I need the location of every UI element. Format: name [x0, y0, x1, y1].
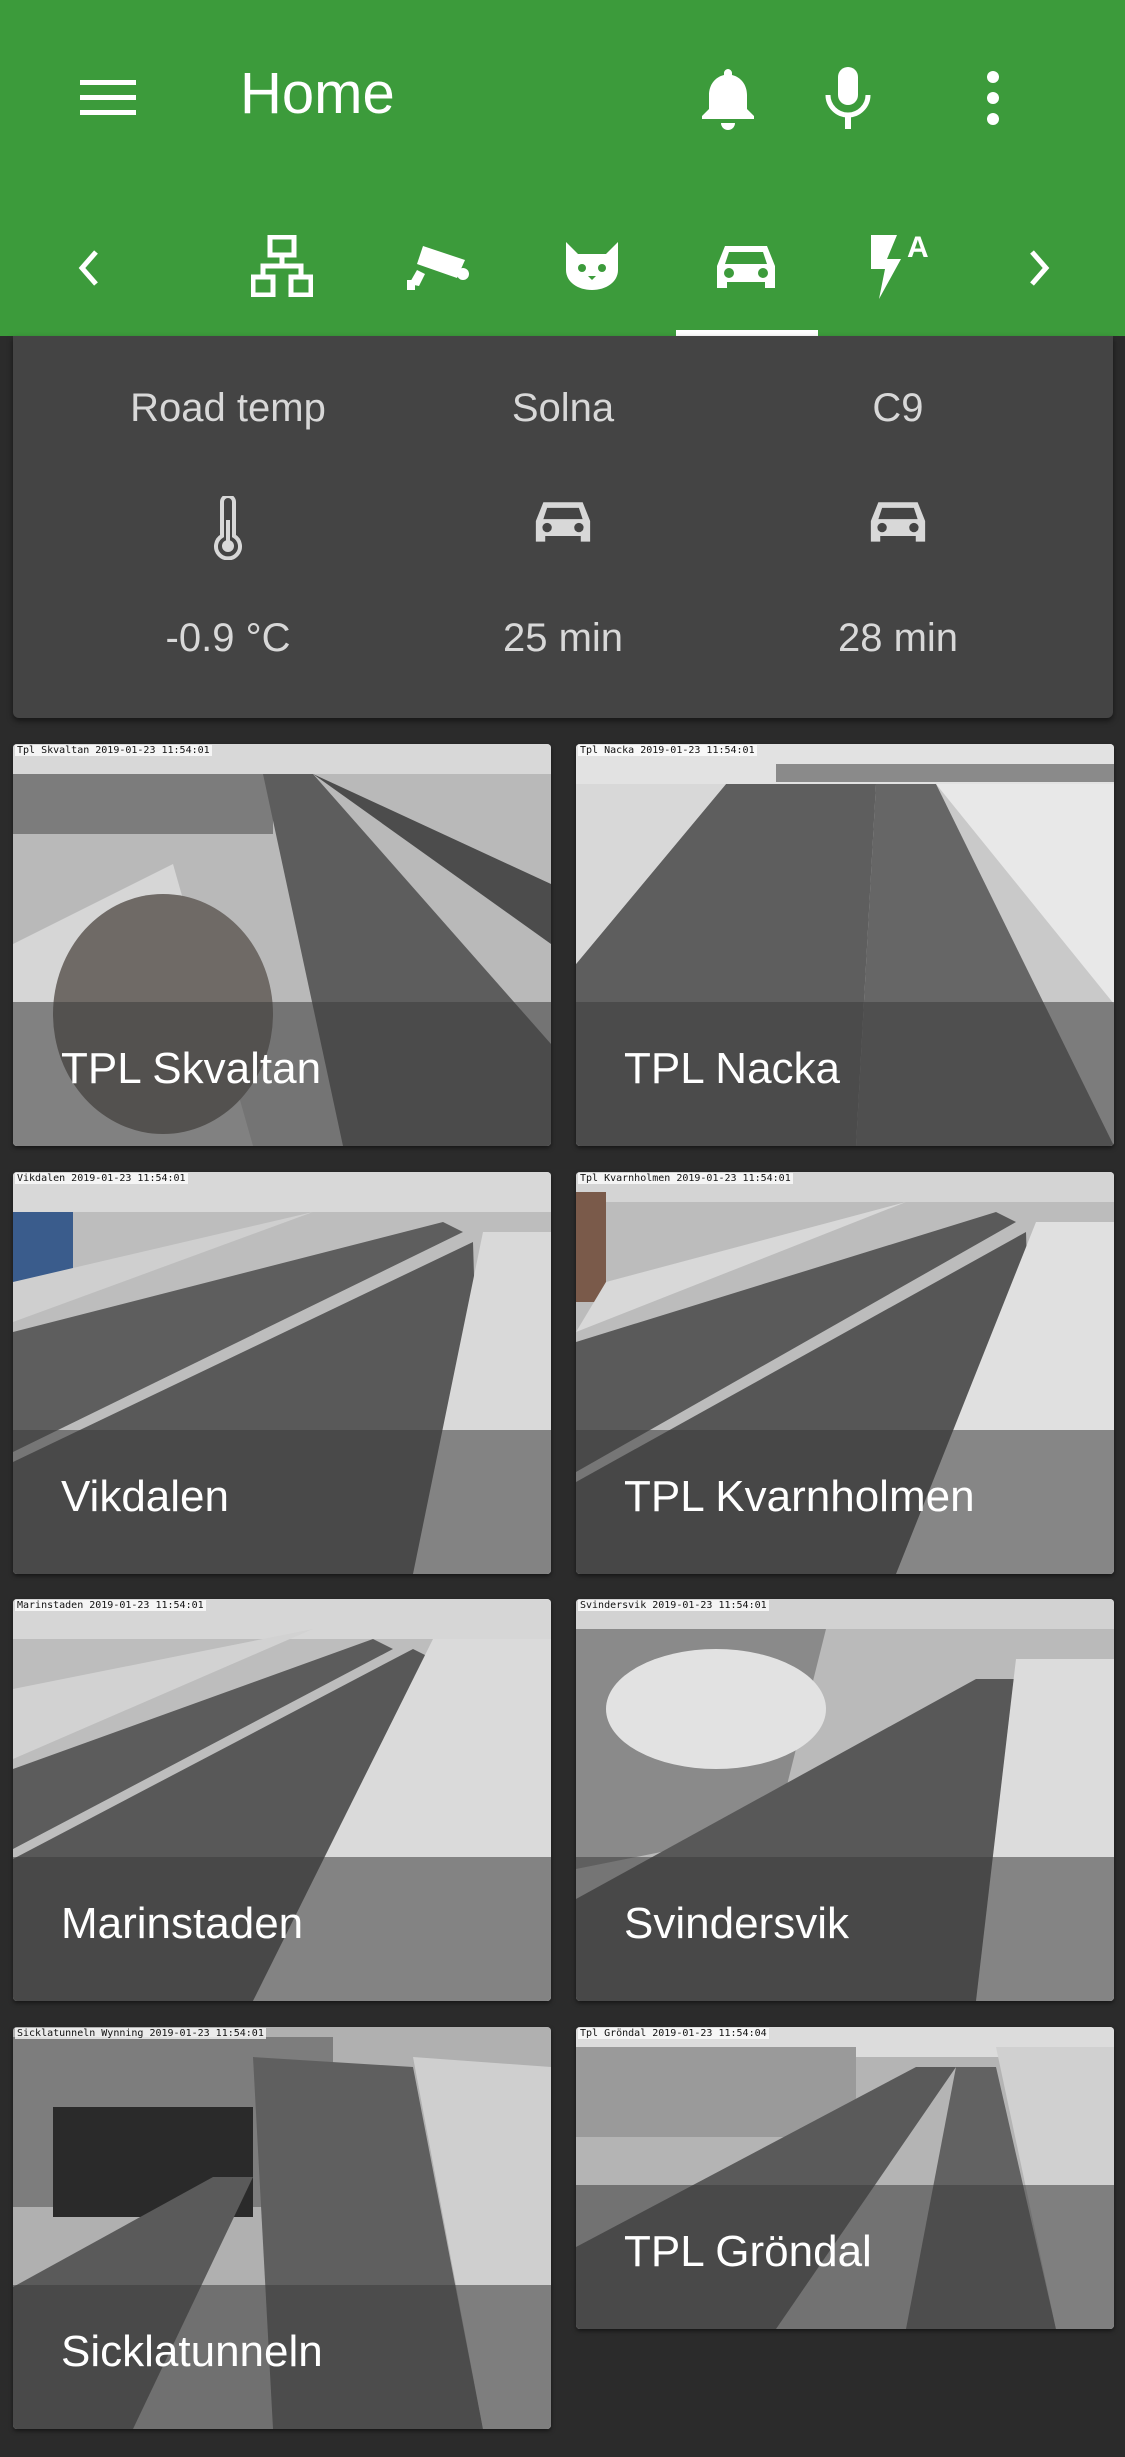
sensor-name: Solna: [511, 386, 615, 430]
camera-name: Svindersvik: [624, 1899, 849, 1948]
chevron-left-icon[interactable]: [48, 218, 128, 318]
camera-timestamp: Marinstaden 2019-01-23 11:54:01: [15, 1600, 206, 1611]
camera-card-tpl-nacka[interactable]: Tpl Nacka 2019-01-23 11:54:01 TPL Nacka: [576, 744, 1114, 1146]
network-icon: [250, 234, 314, 302]
app-bar: Home A: [0, 0, 1125, 336]
sensor-state: 28 min: [837, 616, 959, 660]
microphone-icon[interactable]: [810, 60, 886, 136]
camera-card-tpl-skvaltan[interactable]: Tpl Skvaltan 2019-01-23 11:54:01 TPL Skv…: [13, 744, 551, 1146]
camera-name: Sicklatunneln: [61, 2327, 323, 2376]
sensor-solna[interactable]: Solna 25 min: [393, 336, 733, 716]
camera-card-svindersvik[interactable]: Svindersvik 2019-01-23 11:54:01 Svinders…: [576, 1599, 1114, 2001]
bell-icon[interactable]: [690, 60, 766, 136]
page-title: Home: [240, 61, 395, 126]
svg-text:A: A: [907, 231, 929, 264]
camera-name: Marinstaden: [61, 1899, 304, 1948]
camera-timestamp: Tpl Skvaltan 2019-01-23 11:54:01: [15, 745, 212, 756]
tab-network[interactable]: [212, 218, 352, 318]
tab-flash-auto[interactable]: A: [830, 218, 970, 318]
cat-icon: [560, 238, 624, 299]
chevron-right-icon[interactable]: [1000, 218, 1080, 318]
camera-timestamp: Tpl Nacka 2019-01-23 11:54:01: [578, 745, 757, 756]
camera-name: TPL Kvarnholmen: [624, 1472, 975, 1521]
glance-card: Road temp -0.9 °C Solna 25 min C9 28 min: [13, 336, 1113, 718]
car-icon: [715, 240, 777, 297]
sensor-state: -0.9 °C: [165, 616, 291, 660]
sensor-c9[interactable]: C9 28 min: [728, 336, 1068, 716]
thermometer-icon: [58, 496, 398, 560]
camera-timestamp: Tpl Kvarnholmen 2019-01-23 11:54:01: [578, 1173, 793, 1184]
sensor-name: Road temp: [130, 386, 326, 430]
camera-name: TPL Nacka: [624, 1044, 841, 1093]
camera-name: Vikdalen: [61, 1472, 229, 1521]
sensor-state: 25 min: [502, 616, 624, 660]
camera-timestamp: Svindersvik 2019-01-23 11:54:01: [578, 1600, 769, 1611]
camera-card-vikdalen[interactable]: Vikdalen 2019-01-23 11:54:01 Vikdalen: [13, 1172, 551, 1574]
sensor-name: C9: [872, 386, 924, 430]
tab-cctv[interactable]: [368, 218, 508, 318]
camera-timestamp: Sicklatunneln Wynning 2019-01-23 11:54:0…: [15, 2028, 266, 2039]
camera-card-marinstaden[interactable]: Marinstaden 2019-01-23 11:54:01 Marinsta…: [13, 1599, 551, 2001]
camera-name: TPL Skvaltan: [61, 1044, 322, 1093]
car-icon: [393, 496, 733, 546]
menu-icon[interactable]: [70, 60, 146, 136]
tab-car[interactable]: [676, 218, 816, 318]
sensor-road-temp[interactable]: Road temp -0.9 °C: [58, 336, 398, 716]
camera-card-tpl-kvarnholmen[interactable]: Tpl Kvarnholmen 2019-01-23 11:54:01 TPL …: [576, 1172, 1114, 1574]
tab-cat[interactable]: [522, 218, 662, 318]
more-vert-icon[interactable]: [955, 60, 1031, 136]
camera-card-sicklatunneln[interactable]: Sicklatunneln Wynning 2019-01-23 11:54:0…: [13, 2027, 551, 2429]
cctv-icon: [405, 240, 471, 297]
flash-auto-icon: A: [867, 231, 933, 306]
camera-name: TPL Gröndal: [624, 2227, 872, 2276]
camera-timestamp: Tpl Gröndal 2019-01-23 11:54:04: [578, 2028, 769, 2039]
car-icon: [728, 496, 1068, 546]
camera-timestamp: Vikdalen 2019-01-23 11:54:01: [15, 1173, 188, 1184]
camera-card-tpl-grondal[interactable]: Tpl Gröndal 2019-01-23 11:54:04 TPL Grön…: [576, 2027, 1114, 2329]
